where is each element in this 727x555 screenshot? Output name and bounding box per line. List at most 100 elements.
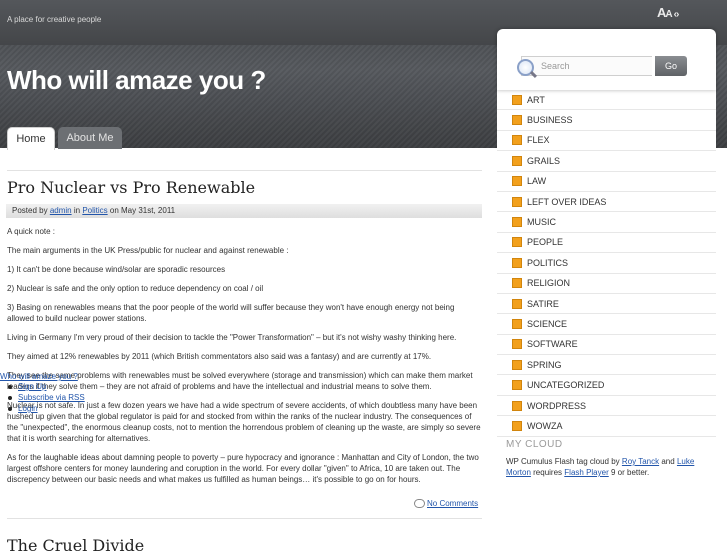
category-label[interactable]: SOFTWARE [527,339,578,349]
post-paragraph: 3) Basing on renewables means that the p… [7,303,455,323]
font-decrease-icon[interactable]: A [665,9,672,20]
folder-icon [512,196,522,207]
folder-icon [512,298,522,309]
category-item[interactable]: PEOPLE [497,233,716,254]
search-input[interactable]: Search [521,56,652,76]
category-item[interactable]: FLEX [497,131,716,152]
tab-about-me[interactable]: About Me [58,127,122,149]
category-item[interactable]: LEFT OVER IDEAS [497,192,716,213]
folder-icon [512,400,522,411]
flash-player-link[interactable]: Flash Player [564,468,608,477]
category-list: ART BUSINESS FLEX GRAILS LAW LEFT OVER I… [497,90,716,437]
tab-home[interactable]: Home [7,127,55,150]
category-label[interactable]: ART [527,95,545,105]
category-item[interactable]: RELIGION [497,274,716,294]
magnifier-icon [517,59,534,76]
folder-icon [512,420,522,431]
category-label[interactable]: FLEX [527,135,550,145]
folder-icon [512,278,522,289]
font-size-control[interactable]: AA ‹› [657,5,680,20]
sign-up-link[interactable]: Sign Up [8,381,120,392]
search-widget: Search Go [497,29,716,90]
in-label: in [73,206,81,215]
post-paragraph: A quick note : [7,227,56,236]
site-title[interactable]: Who will amaze you ? [7,65,266,96]
category-label[interactable]: GRAILS [527,156,560,166]
post-paragraph: 1) It can't be done because wind/solar a… [7,265,226,274]
cloud-text: 9 or better. [610,468,650,477]
category-label[interactable]: POLITICS [527,258,568,268]
category-item[interactable]: BUSINESS [497,110,716,131]
post-paragraph: As for the laughable ideas about damning… [7,453,479,484]
cloud-text: requires [533,468,563,477]
subscribe-rss-link[interactable]: Subscribe via RSS [8,392,120,403]
folder-icon [512,257,522,268]
comments-link-label[interactable]: No Comments [427,499,478,508]
category-label[interactable]: WORDPRESS [527,401,586,411]
sidebar: Search Go ART BUSINESS FLEX GRAILS LAW L… [497,29,716,437]
category-label[interactable]: WOWZA [527,421,563,431]
folder-icon [512,155,522,166]
post-meta: Posted by admin in Politics on May 31st,… [6,204,482,218]
post-paragraph: They aimed at 12% renewables by 2011 (wh… [7,352,432,361]
folder-icon [512,380,522,391]
post-paragraph: The main arguments in the UK Press/publi… [7,246,289,255]
folder-icon [512,237,522,248]
author-link[interactable]: admin [50,206,72,215]
my-cloud-heading: MY CLOUD [506,439,563,450]
meta-widget-heading[interactable]: Who will amaze you ? [0,372,120,381]
folder-icon [512,135,522,146]
divider [7,518,482,519]
folder-icon [512,115,522,126]
cloud-text: and [661,457,675,466]
folder-icon [512,217,522,228]
category-label[interactable]: LAW [527,176,546,186]
category-item[interactable]: SPRING [497,355,716,376]
site-tagline: A place for creative people [7,15,102,24]
cloud-text: WP Cumulus Flash tag cloud by [506,457,620,466]
category-item[interactable]: MUSIC [497,212,716,233]
category-item[interactable]: WOWZA [497,416,716,437]
category-label[interactable]: MUSIC [527,217,556,227]
post-paragraph: 2) Nuclear is safe and the only option t… [7,284,264,293]
category-item[interactable]: GRAILS [497,151,716,172]
category-item[interactable]: UNCATEGORIZED [497,375,716,396]
category-label[interactable]: SATIRE [527,299,559,309]
category-item[interactable]: SOFTWARE [497,335,716,356]
login-link[interactable]: Login [8,403,120,414]
category-item[interactable]: WORDPRESS [497,396,716,417]
meta-widget: Who will amaze you ? Sign Up Subscribe v… [0,372,120,414]
post-paragraph: Living in Germany I'm very proud of thei… [7,333,457,342]
category-label[interactable]: BUSINESS [527,115,573,125]
comments-link[interactable]: No Comments [414,499,478,509]
font-toggle-arrows-icon[interactable]: ‹› [674,9,680,20]
category-item[interactable]: POLITICS [497,253,716,274]
category-item[interactable]: SCIENCE [497,314,716,335]
category-item[interactable]: SATIRE [497,294,716,315]
category-label[interactable]: SCIENCE [527,319,567,329]
folder-icon [512,318,522,329]
category-label[interactable]: PEOPLE [527,237,563,247]
posted-by-label: Posted by [12,206,48,215]
category-item[interactable]: ART [497,90,716,111]
my-cloud-text: WP Cumulus Flash tag cloud by Roy Tanck … [506,456,721,478]
search-go-button[interactable]: Go [655,56,687,76]
next-post-title[interactable]: The Cruel Divide [7,536,144,555]
category-link[interactable]: Politics [82,206,107,215]
meta-widget-list: Sign Up Subscribe via RSS Login [0,381,120,414]
post-title[interactable]: Pro Nuclear vs Pro Renewable [7,178,255,197]
comment-bubble-icon [414,499,425,509]
roy-tanck-link[interactable]: Roy Tanck [622,457,659,466]
folder-icon [512,359,522,370]
divider [7,170,482,171]
category-label[interactable]: RELIGION [527,278,570,288]
category-label[interactable]: LEFT OVER IDEAS [527,197,606,207]
category-label[interactable]: UNCATEGORIZED [527,380,604,390]
category-label[interactable]: SPRING [527,360,562,370]
folder-icon [512,94,522,105]
category-item[interactable]: LAW [497,172,716,192]
post-body: A quick note : The main arguments in the… [7,226,482,493]
post-date: on May 31st, 2011 [109,206,176,215]
folder-icon [512,176,522,187]
folder-icon [512,339,522,350]
